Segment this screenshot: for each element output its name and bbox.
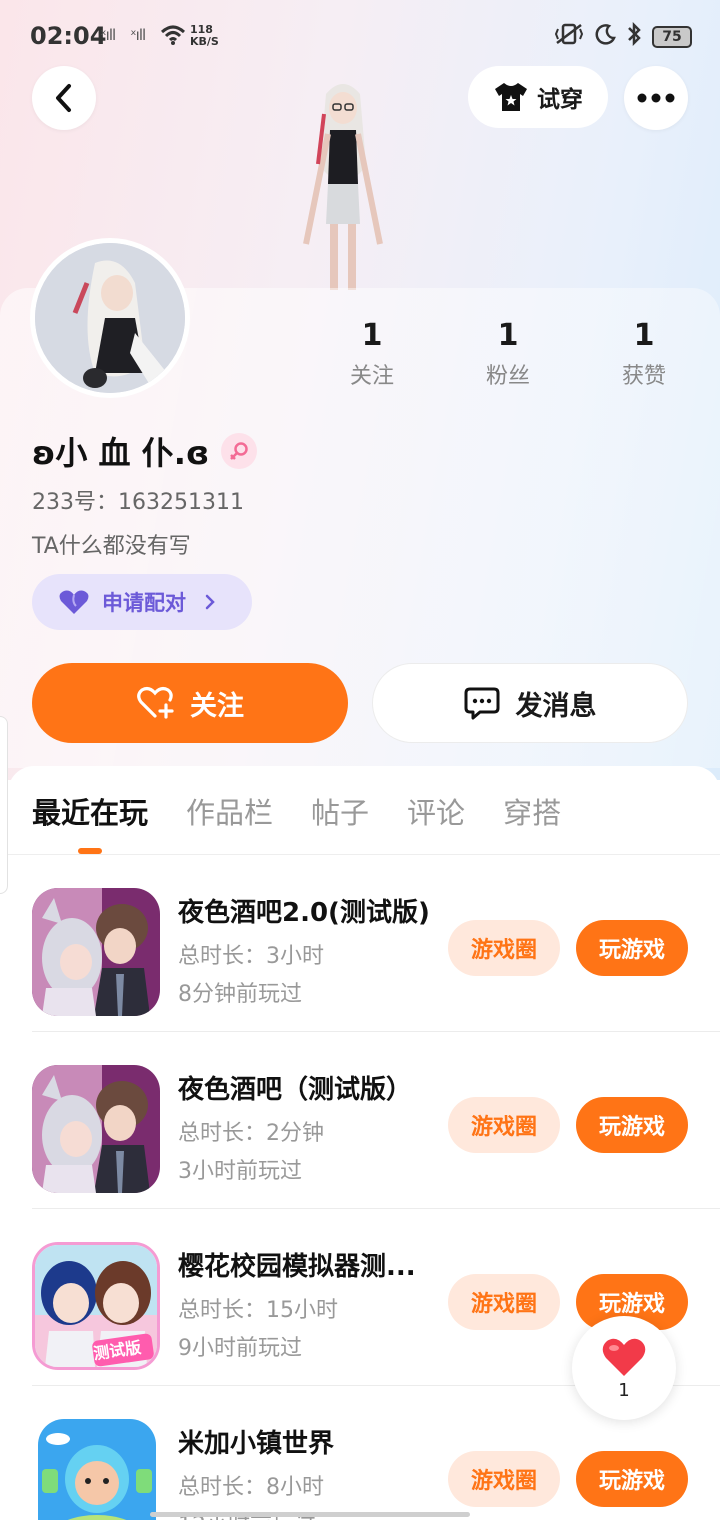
status-bar: 02:04 ˣıll ˣıll 118 KB/S 75	[0, 0, 720, 72]
signal-icon: ˣıll	[100, 26, 116, 44]
play-game-button[interactable]: 玩游戏	[576, 1451, 688, 1507]
user-bio: TA什么都没有写	[32, 534, 191, 559]
send-message-button[interactable]: 发消息	[372, 663, 688, 743]
send-message-label: 发消息	[515, 690, 597, 722]
pair-request-label: 申请配对	[102, 591, 186, 615]
stat-following[interactable]: 1 关注	[304, 318, 440, 390]
heart-icon	[59, 590, 89, 614]
game-name: 夜色酒吧（测试版）	[178, 1075, 413, 1105]
game-name: 米加小镇世界	[178, 1429, 335, 1459]
back-button[interactable]	[32, 66, 96, 130]
tab-recently-played[interactable]: 最近在玩	[32, 790, 148, 832]
female-icon	[221, 433, 258, 469]
anime-couple-icon[interactable]	[32, 1065, 160, 1193]
vibrate-icon	[554, 23, 584, 50]
game-name: 夜色酒吧2.0(测试版)	[178, 898, 430, 928]
tab-works[interactable]: 作品栏	[186, 790, 273, 832]
more-dots-icon	[637, 93, 675, 103]
game-last-played: 3小时前玩过	[178, 1159, 302, 1184]
network-speed: 118 KB/S	[190, 23, 219, 48]
list-item[interactable]: 夜色酒吧（测试版） 总时长：2分钟 3小时前玩过 游戏圈 玩游戏	[32, 1031, 720, 1209]
moon-icon	[594, 23, 616, 50]
tab-posts[interactable]: 帖子	[311, 790, 369, 832]
like-count: 1	[618, 1379, 630, 1401]
tab-outfits[interactable]: 穿搭	[503, 790, 561, 832]
game-name: 樱花校园模拟器测...	[178, 1252, 416, 1282]
profile-stats: 1 关注 1 粉丝 1 获赞	[304, 318, 720, 390]
try-on-button[interactable]: 试穿	[468, 66, 608, 128]
game-circle-button[interactable]: 游戏圈	[448, 1274, 560, 1330]
avatar[interactable]	[30, 238, 190, 398]
signal-icon: ˣıll	[130, 26, 146, 44]
anime-couple-icon[interactable]	[32, 888, 160, 1016]
anime-girls-icon[interactable]: 测试版	[32, 1242, 160, 1370]
pair-request-button[interactable]: 申请配对	[32, 574, 252, 630]
follow-label: 关注	[190, 690, 244, 722]
play-game-button[interactable]: 玩游戏	[576, 1097, 688, 1153]
more-button[interactable]	[624, 66, 688, 130]
username-text: ʚ小 血 仆.ɞ	[32, 434, 210, 472]
follow-button[interactable]: 关注	[32, 663, 348, 743]
game-circle-button[interactable]: 游戏圈	[448, 920, 560, 976]
try-on-label: 试穿	[537, 87, 583, 113]
bluetooth-icon	[626, 21, 642, 51]
status-time: 02:04	[30, 22, 107, 50]
game-circle-button[interactable]: 游戏圈	[448, 1451, 560, 1507]
cartoon-town-icon[interactable]	[38, 1419, 156, 1520]
profile-tabs: 最近在玩 作品栏 帖子 评论 穿搭	[32, 790, 561, 832]
tshirt-icon	[495, 83, 527, 111]
floating-like-button[interactable]: 1	[572, 1316, 676, 1420]
game-duration: 总时长：2分钟	[178, 1121, 324, 1146]
home-indicator[interactable]	[150, 1512, 470, 1517]
battery-indicator: 75	[652, 25, 692, 48]
stat-followers[interactable]: 1 粉丝	[440, 318, 576, 390]
username: ʚ小 血 仆.ɞ	[32, 428, 258, 474]
list-item[interactable]: 夜色酒吧2.0(测试版) 总时长：3小时 8分钟前玩过 游戏圈 玩游戏	[32, 854, 720, 1032]
game-duration: 总时长：3小时	[178, 944, 324, 969]
chevron-right-icon	[205, 594, 215, 610]
game-duration: 总时长：8小时	[178, 1475, 324, 1500]
stat-likes[interactable]: 1 获赞	[576, 318, 712, 390]
wifi-icon	[160, 24, 186, 50]
heart-plus-icon	[137, 686, 174, 719]
game-duration: 总时长：15小时	[178, 1298, 338, 1323]
red-heart-icon	[602, 1338, 646, 1376]
game-circle-button[interactable]: 游戏圈	[448, 1097, 560, 1153]
game-last-played: 8分钟前玩过	[178, 982, 302, 1007]
avatar-3d-figure[interactable]	[296, 74, 390, 290]
user-id: 233号：163251311	[32, 490, 244, 515]
play-game-button[interactable]: 玩游戏	[576, 920, 688, 976]
tab-comments[interactable]: 评论	[407, 790, 465, 832]
chat-bubble-icon	[464, 687, 499, 720]
side-drawer-handle[interactable]	[0, 716, 8, 894]
game-last-played: 9小时前玩过	[178, 1336, 302, 1361]
chevron-left-icon	[56, 84, 71, 112]
